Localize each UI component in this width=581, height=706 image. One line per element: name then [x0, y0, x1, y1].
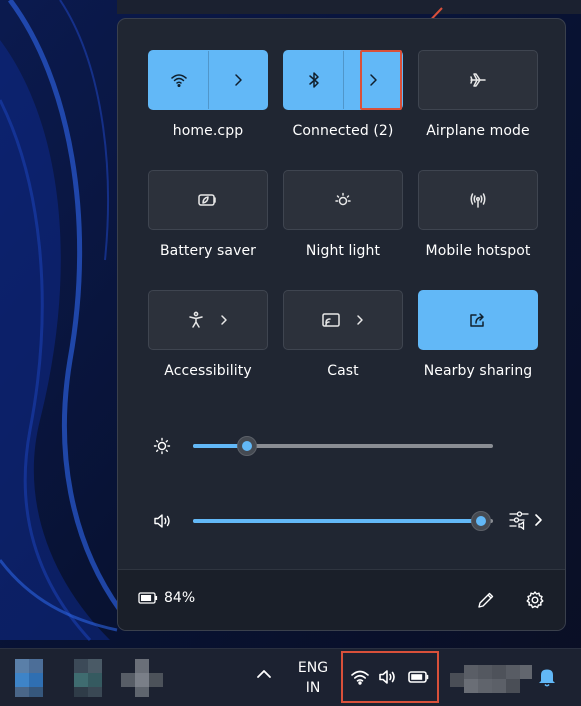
chevron-up-icon[interactable] [255, 667, 273, 681]
bluetooth-toggle[interactable] [284, 51, 343, 109]
language-code: ENG [297, 660, 329, 676]
pencil-icon [478, 592, 494, 608]
bluetooth-icon [308, 72, 319, 88]
volume-slider-row [118, 506, 565, 536]
volume-slider-fill [193, 519, 481, 523]
taskbar-app-icon[interactable] [15, 655, 59, 699]
tile-label-cast: Cast [327, 363, 359, 379]
cast-icon [322, 313, 340, 327]
share-icon [470, 313, 484, 327]
tile-label-bluetooth: Connected (2) [292, 123, 394, 139]
clock-area[interactable] [450, 659, 532, 699]
airplane-mode-tile[interactable] [418, 50, 538, 110]
volume-slider-thumb[interactable] [471, 511, 491, 531]
taskbar-app-icon[interactable] [121, 655, 165, 699]
language-region: IN [305, 680, 321, 696]
tile-label-wifi: home.cpp [172, 123, 244, 139]
taskbar: ENG IN [0, 648, 581, 706]
volume-mixer-button[interactable] [508, 510, 543, 530]
battery-percentage: 84% [164, 590, 196, 606]
notification-bell-icon[interactable] [537, 666, 557, 688]
tile-label-nearby-sharing: Nearby sharing [423, 363, 533, 379]
settings-button[interactable] [523, 588, 547, 612]
chevron-right-icon [235, 74, 242, 86]
battery-status[interactable]: 84% [138, 590, 195, 606]
chevron-right-icon [535, 514, 542, 526]
airplane-icon [470, 73, 486, 87]
tile-label-battery-saver: Battery saver [159, 243, 257, 259]
volume-mixer-icon [509, 511, 529, 530]
quick-settings-panel: home.cpp Connected (2) Airplane mode Bat… [117, 18, 566, 631]
gear-icon [526, 591, 544, 609]
chevron-right-icon [221, 315, 227, 325]
wifi-toggle[interactable] [149, 51, 208, 109]
mobile-hotspot-tile[interactable] [418, 170, 538, 230]
hotspot-icon [470, 193, 486, 208]
battery-saver-tile[interactable] [148, 170, 268, 230]
brightness-icon [153, 437, 171, 455]
chevron-right-icon [370, 74, 377, 86]
speaker-icon[interactable] [153, 512, 175, 530]
wifi-icon [351, 670, 369, 685]
night-light-icon [335, 192, 351, 206]
wifi-icon [170, 74, 187, 88]
input-language-indicator[interactable]: ENG IN [292, 658, 334, 698]
cast-tile[interactable] [283, 290, 403, 350]
bluetooth-expand-button[interactable] [344, 51, 402, 109]
taskbar-app-icon[interactable] [74, 655, 118, 699]
chevron-right-icon [357, 315, 363, 325]
battery-icon [408, 671, 429, 683]
speaker-icon [379, 670, 395, 684]
quick-settings-footer: 84% [118, 569, 565, 630]
brightness-slider-row [118, 431, 565, 461]
accessibility-tile[interactable] [148, 290, 268, 350]
system-tray-status-area[interactable] [341, 651, 439, 703]
battery-icon [138, 592, 158, 604]
bluetooth-tile[interactable] [283, 50, 403, 110]
battery-saver-icon [198, 194, 216, 206]
tile-label-airplane: Airplane mode [426, 123, 530, 139]
volume-slider[interactable] [193, 511, 493, 531]
wifi-expand-button[interactable] [209, 51, 267, 109]
edit-quick-settings-button[interactable] [474, 588, 498, 612]
nearby-sharing-tile[interactable] [418, 290, 538, 350]
accessibility-icon [189, 311, 203, 328]
night-light-tile[interactable] [283, 170, 403, 230]
tile-label-accessibility: Accessibility [164, 363, 252, 379]
tile-label-mobile-hotspot: Mobile hotspot [425, 243, 531, 259]
brightness-slider-thumb[interactable] [237, 436, 257, 456]
wifi-tile[interactable] [148, 50, 268, 110]
brightness-slider[interactable] [193, 436, 493, 456]
tile-label-night-light: Night light [305, 243, 381, 259]
